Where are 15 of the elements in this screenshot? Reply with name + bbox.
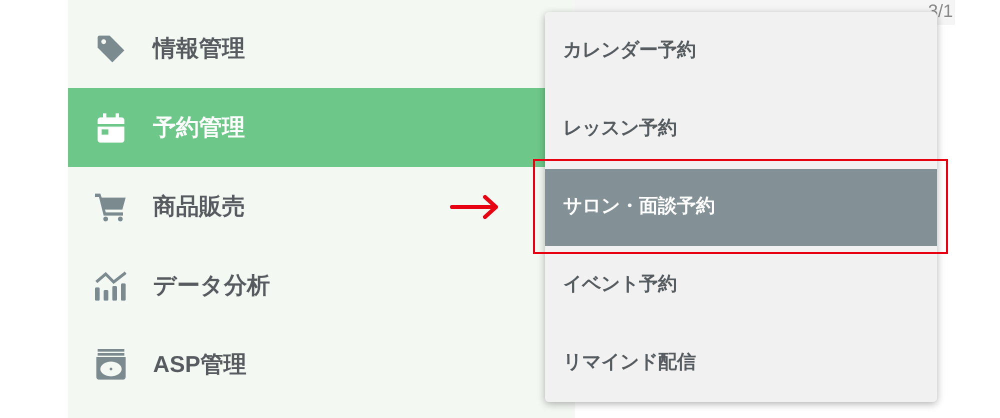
menu-item[interactable]: カレンダー予約: [545, 12, 937, 90]
chart-icon: [92, 270, 128, 302]
sidebar-item[interactable]: 情報管理: [68, 9, 545, 88]
arrow-icon: [449, 194, 501, 220]
calendar-icon: [96, 112, 126, 144]
tag-icon: [94, 32, 126, 64]
menu-item[interactable]: リマインド配信: [545, 324, 937, 402]
sidebar-item[interactable]: ASP管理: [68, 325, 545, 404]
sidebar-item[interactable]: 商品販売: [68, 167, 545, 246]
sidebar-item[interactable]: データ分析: [68, 246, 545, 325]
archive-icon: [94, 348, 126, 380]
menu-item[interactable]: サロン・面談予約: [545, 168, 937, 246]
cart-icon: [94, 192, 126, 222]
menu-item[interactable]: イベント予約: [545, 246, 937, 324]
menu-item[interactable]: レッスン予約: [545, 90, 937, 168]
